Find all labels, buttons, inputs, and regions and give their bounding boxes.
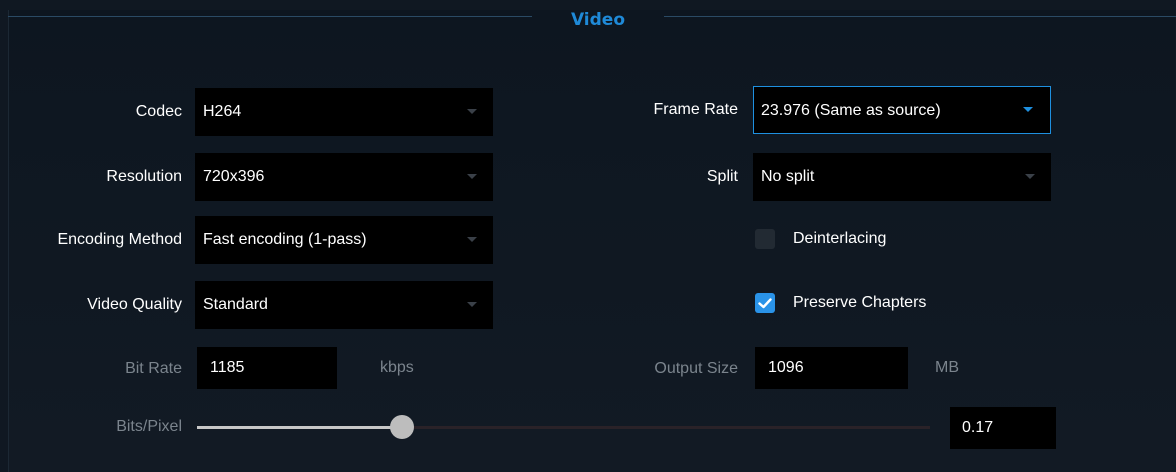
chevron-down-icon <box>467 174 477 179</box>
resolution-value: 720x396 <box>203 168 265 185</box>
chevron-down-icon <box>467 302 477 307</box>
preserve-chapters-label: Preserve Chapters <box>793 294 927 311</box>
video-quality-select[interactable]: Standard <box>195 281 493 329</box>
frame-rate-label: Frame Rate <box>653 101 738 118</box>
checkmark-icon <box>758 298 772 309</box>
encoding-method-select[interactable]: Fast encoding (1-pass) <box>195 216 493 264</box>
video-quality-label: Video Quality <box>87 296 182 313</box>
chevron-down-icon <box>1023 107 1033 112</box>
chevron-down-icon <box>1025 174 1035 179</box>
video-settings-panel <box>8 10 1175 472</box>
bit-rate-unit: kbps <box>380 359 414 376</box>
resolution-label: Resolution <box>106 168 182 185</box>
section-title: Video <box>570 10 626 30</box>
output-size-label: Output Size <box>654 360 738 377</box>
chevron-down-icon <box>467 237 477 242</box>
output-size-input[interactable]: 1096 <box>755 347 908 389</box>
split-value: No split <box>761 168 815 185</box>
deinterlacing-checkbox[interactable] <box>755 229 775 249</box>
codec-value: H264 <box>203 103 242 120</box>
encoding-method-value: Fast encoding (1-pass) <box>203 231 367 248</box>
split-label: Split <box>706 168 738 185</box>
bits-per-pixel-label: Bits/Pixel <box>116 418 182 435</box>
deinterlacing-label: Deinterlacing <box>793 230 887 247</box>
frame-rate-value: 23.976 (Same as source) <box>761 102 941 119</box>
codec-select[interactable]: H264 <box>195 88 493 136</box>
codec-label: Codec <box>135 103 182 120</box>
preserve-chapters-checkbox[interactable] <box>755 293 775 313</box>
section-divider-right <box>664 16 1176 17</box>
bit-rate-label: Bit Rate <box>125 360 182 377</box>
split-select[interactable]: No split <box>753 153 1051 201</box>
video-quality-value: Standard <box>203 296 268 313</box>
bits-per-pixel-slider[interactable] <box>197 415 930 439</box>
output-size-unit: MB <box>935 359 959 376</box>
encoding-method-label: Encoding Method <box>57 231 182 248</box>
bits-per-pixel-input[interactable]: 0.17 <box>950 407 1056 449</box>
bit-rate-input[interactable]: 1185 <box>197 347 337 389</box>
slider-fill <box>197 426 403 429</box>
chevron-down-icon <box>467 109 477 114</box>
resolution-select[interactable]: 720x396 <box>195 153 493 201</box>
frame-rate-select[interactable]: 23.976 (Same as source) <box>753 86 1051 134</box>
section-divider-left <box>8 16 532 17</box>
